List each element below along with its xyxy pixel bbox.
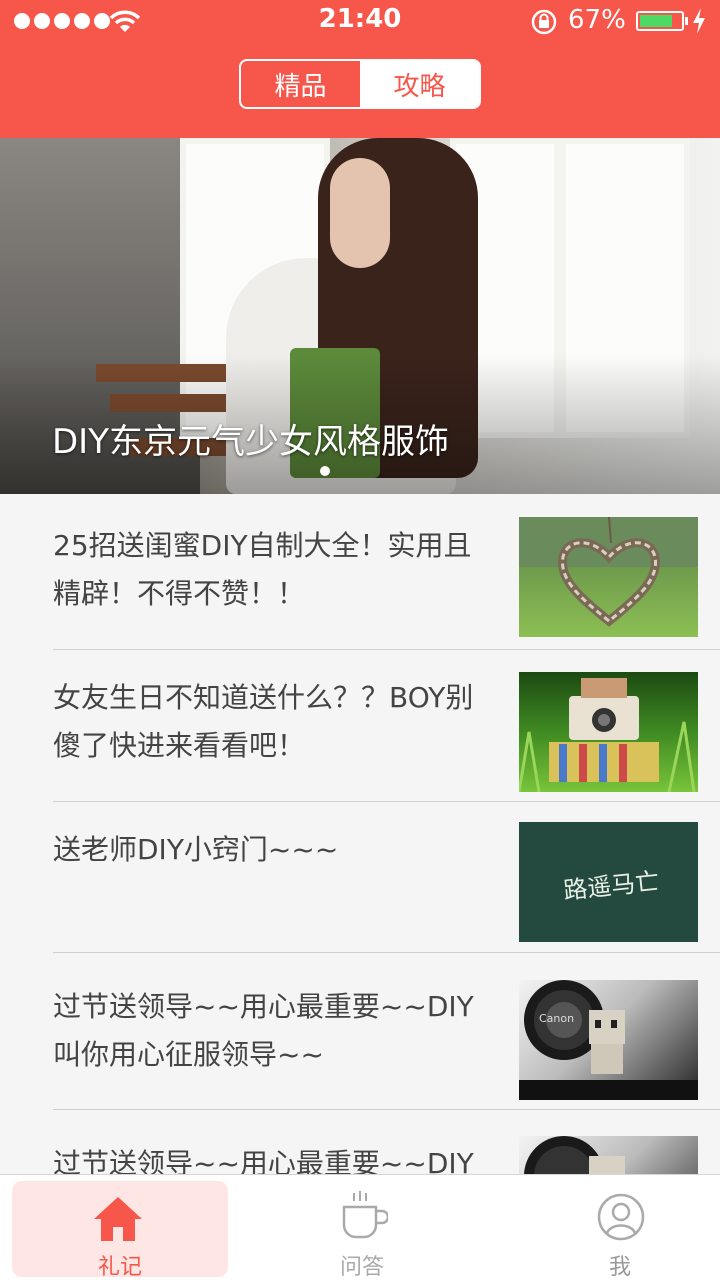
user-icon (597, 1193, 645, 1241)
list-item[interactable]: 送老师DIY小窍门~~~ 路遥马亡 (0, 802, 720, 952)
carousel-dot[interactable] (320, 466, 330, 476)
article-title: 女友生日不知道送什么？？BOY别傻了快进来看看吧！ (53, 681, 474, 762)
tab-home-label: 礼记 (97, 1255, 142, 1280)
canon-lens-photo: Canon (519, 980, 698, 1100)
status-bar: 21:40 67% (0, 0, 720, 42)
charging-icon (693, 8, 705, 34)
article-title: 25招送闺蜜DIY自制大全！实用且精辟！不得不赞！！ (53, 529, 472, 610)
canon-lens-photo (519, 1136, 698, 1174)
chalkboard-text: 路遥马亡 (562, 867, 661, 905)
list-item[interactable]: 25招送闺蜜DIY自制大全！实用且精辟！不得不赞！！ (0, 494, 720, 650)
article-title: 送老师DIY小窍门~~~ (53, 833, 339, 866)
list-item[interactable]: 过节送领导~~用心最重要~~DIY叫你用心征服领导~~ Canon (0, 953, 720, 1110)
tab-boutique[interactable]: 精品 (241, 61, 360, 107)
banner-title: DIY东京元气少女风格服饰 (52, 422, 449, 462)
lens-text: Canon (539, 1012, 575, 1025)
chalkboard-photo: 路遥马亡 (519, 822, 698, 942)
tab-home[interactable]: 礼记 (12, 1181, 228, 1280)
segmented-control: 精品 攻略 (239, 59, 481, 109)
home-icon (94, 1197, 142, 1241)
camera-grass-photo (519, 672, 698, 792)
banner[interactable]: DIY东京元气少女风格服饰 (0, 138, 720, 494)
rotation-lock-icon (531, 9, 557, 35)
article-title: 过节送领导~~用心最重要~~DIY叫你用心征服领导~~ (53, 990, 474, 1071)
list-item[interactable]: 女友生日不知道送什么？？BOY别傻了快进来看看吧！ (0, 650, 720, 802)
tab-bar: 礼记 问答 我 (0, 1174, 720, 1280)
heart-wreath-photo (519, 517, 698, 637)
article-title: 过节送领导~~用心最重要~~DIY (53, 1147, 474, 1174)
cup-icon (342, 1191, 388, 1239)
app-header: 21:40 67% 精品 攻略 (0, 0, 720, 138)
list-item[interactable]: 过节送领导~~用心最重要~~DIY (0, 1110, 720, 1174)
tab-qa[interactable]: 问答 (262, 1175, 462, 1280)
tab-guide[interactable]: 攻略 (360, 61, 479, 107)
battery-percent: 67% (568, 5, 626, 35)
battery-icon (636, 11, 684, 31)
tab-me-label: 我 (608, 1255, 631, 1280)
tab-qa-label: 问答 (339, 1255, 384, 1280)
tab-me[interactable]: 我 (520, 1175, 720, 1280)
